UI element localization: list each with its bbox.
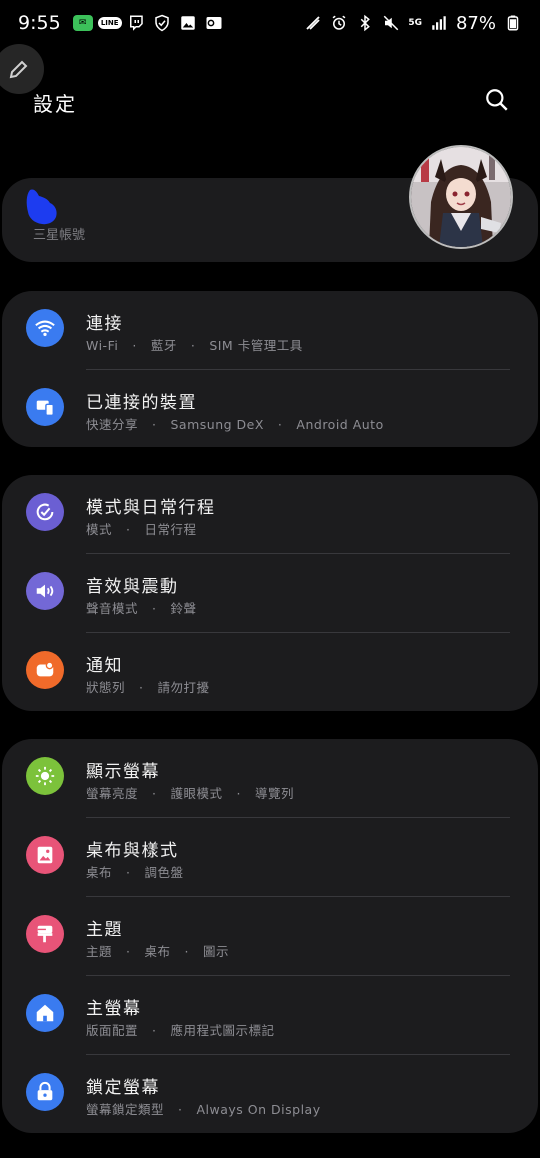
item-title: 已連接的裝置 — [86, 393, 197, 413]
account-label: 三星帳號 — [33, 228, 86, 243]
item-title: 桌布與樣式 — [86, 841, 179, 861]
settings-group-connections: 連接 Wi-Fi · 藍牙 · SIM 卡管理工具 已連接的裝置 快速分享 · Samsun… — [2, 291, 538, 447]
bluetooth-icon — [356, 14, 374, 32]
page-title: 設定 — [33, 91, 77, 116]
network-type: 5G — [408, 17, 422, 28]
devices-icon — [26, 388, 64, 426]
item-title: 主螢幕 — [86, 999, 142, 1019]
app-notification-icon: ✉ — [72, 15, 93, 31]
twitch-icon — [127, 14, 145, 32]
settings-item-sound-vibration[interactable]: 音效與震動 聲音模式 · 鈴聲 — [2, 554, 538, 633]
sun-icon — [26, 757, 64, 795]
notification-icon — [26, 651, 64, 689]
item-subtitle: Wi-Fi · 藍牙 · SIM 卡管理工具 — [86, 338, 303, 353]
speaker-icon — [26, 572, 64, 610]
status-bar: 9:55 ✉ LINE 5G 87% — [0, 0, 540, 46]
settings-item-connections[interactable]: 連接 Wi-Fi · 藍牙 · SIM 卡管理工具 — [2, 291, 538, 370]
item-subtitle: 快速分享 · Samsung DeX · Android Auto — [86, 417, 384, 432]
pencil-icon — [9, 60, 28, 79]
signal-icon — [430, 14, 448, 32]
line-icon: LINE — [97, 14, 122, 32]
gallery-icon — [179, 14, 197, 32]
avatar[interactable] — [409, 145, 513, 249]
search-icon — [486, 89, 508, 111]
item-title: 主題 — [86, 920, 123, 940]
settings-item-notifications[interactable]: 通知 狀態列 · 請勿打擾 — [2, 633, 538, 712]
item-title: 模式與日常行程 — [86, 498, 216, 518]
settings-item-lock-screen[interactable]: 鎖定螢幕 螢幕鎖定類型 · Always On Display — [2, 1055, 538, 1134]
clock: 9:55 — [18, 12, 61, 34]
wallpaper-icon — [26, 836, 64, 874]
search-button[interactable] — [484, 87, 510, 117]
settings-group-modes: 模式與日常行程 模式 · 日常行程 音效與震動 聲音模式 · 鈴聲 通知 狀態列 · 請勿打… — [2, 475, 538, 711]
alarm-icon — [330, 14, 348, 32]
redacted-name — [26, 189, 57, 225]
settings-group-display: 顯示螢幕 螢幕亮度 · 護眼模式 · 導覽列 桌布與樣式 桌布 · 調色盤 主題 主題 · 桌布… — [2, 739, 538, 1133]
shield-icon — [153, 14, 171, 32]
item-title: 鎖定螢幕 — [86, 1078, 160, 1098]
wifi-icon — [26, 309, 64, 347]
header: 設定 — [0, 80, 540, 124]
settings-item-themes[interactable]: 主題 主題 · 桌布 · 圖示 — [2, 897, 538, 976]
settings-item-wallpaper-style[interactable]: 桌布與樣式 桌布 · 調色盤 — [2, 818, 538, 897]
item-title: 連接 — [86, 314, 123, 334]
item-subtitle: 螢幕亮度 · 護眼模式 · 導覽列 — [86, 786, 295, 801]
item-subtitle: 聲音模式 · 鈴聲 — [86, 601, 197, 616]
home-icon — [26, 994, 64, 1032]
item-title: 顯示螢幕 — [86, 762, 160, 782]
edge-icon — [304, 14, 322, 32]
mute-icon — [382, 14, 400, 32]
settings-item-display[interactable]: 顯示螢幕 螢幕亮度 · 護眼模式 · 導覽列 — [2, 739, 538, 818]
battery-percent: 87% — [455, 12, 496, 34]
status-bar-right: 5G 87% — [304, 13, 522, 34]
settings-item-modes-routines[interactable]: 模式與日常行程 模式 · 日常行程 — [2, 475, 538, 554]
item-title: 音效與震動 — [86, 577, 179, 597]
lock-icon — [26, 1073, 64, 1111]
status-bar-left: 9:55 ✉ LINE — [18, 12, 223, 34]
item-title: 通知 — [86, 656, 123, 676]
item-subtitle: 版面配置 · 應用程式圖示標記 — [86, 1023, 275, 1038]
outlook-icon — [205, 14, 223, 32]
item-subtitle: 狀態列 · 請勿打擾 — [86, 680, 210, 695]
check-circle-icon — [26, 493, 64, 531]
item-subtitle: 模式 · 日常行程 — [86, 522, 197, 537]
settings-item-connected-devices[interactable]: 已連接的裝置 快速分享 · Samsung DeX · Android Auto — [2, 370, 538, 449]
item-subtitle: 主題 · 桌布 · 圖示 — [86, 944, 230, 959]
battery-icon — [504, 14, 522, 32]
item-subtitle: 螢幕鎖定類型 · Always On Display — [86, 1102, 321, 1117]
item-subtitle: 桌布 · 調色盤 — [86, 865, 184, 880]
settings-item-home-screen[interactable]: 主螢幕 版面配置 · 應用程式圖示標記 — [2, 976, 538, 1055]
paint-brush-icon — [26, 915, 64, 953]
